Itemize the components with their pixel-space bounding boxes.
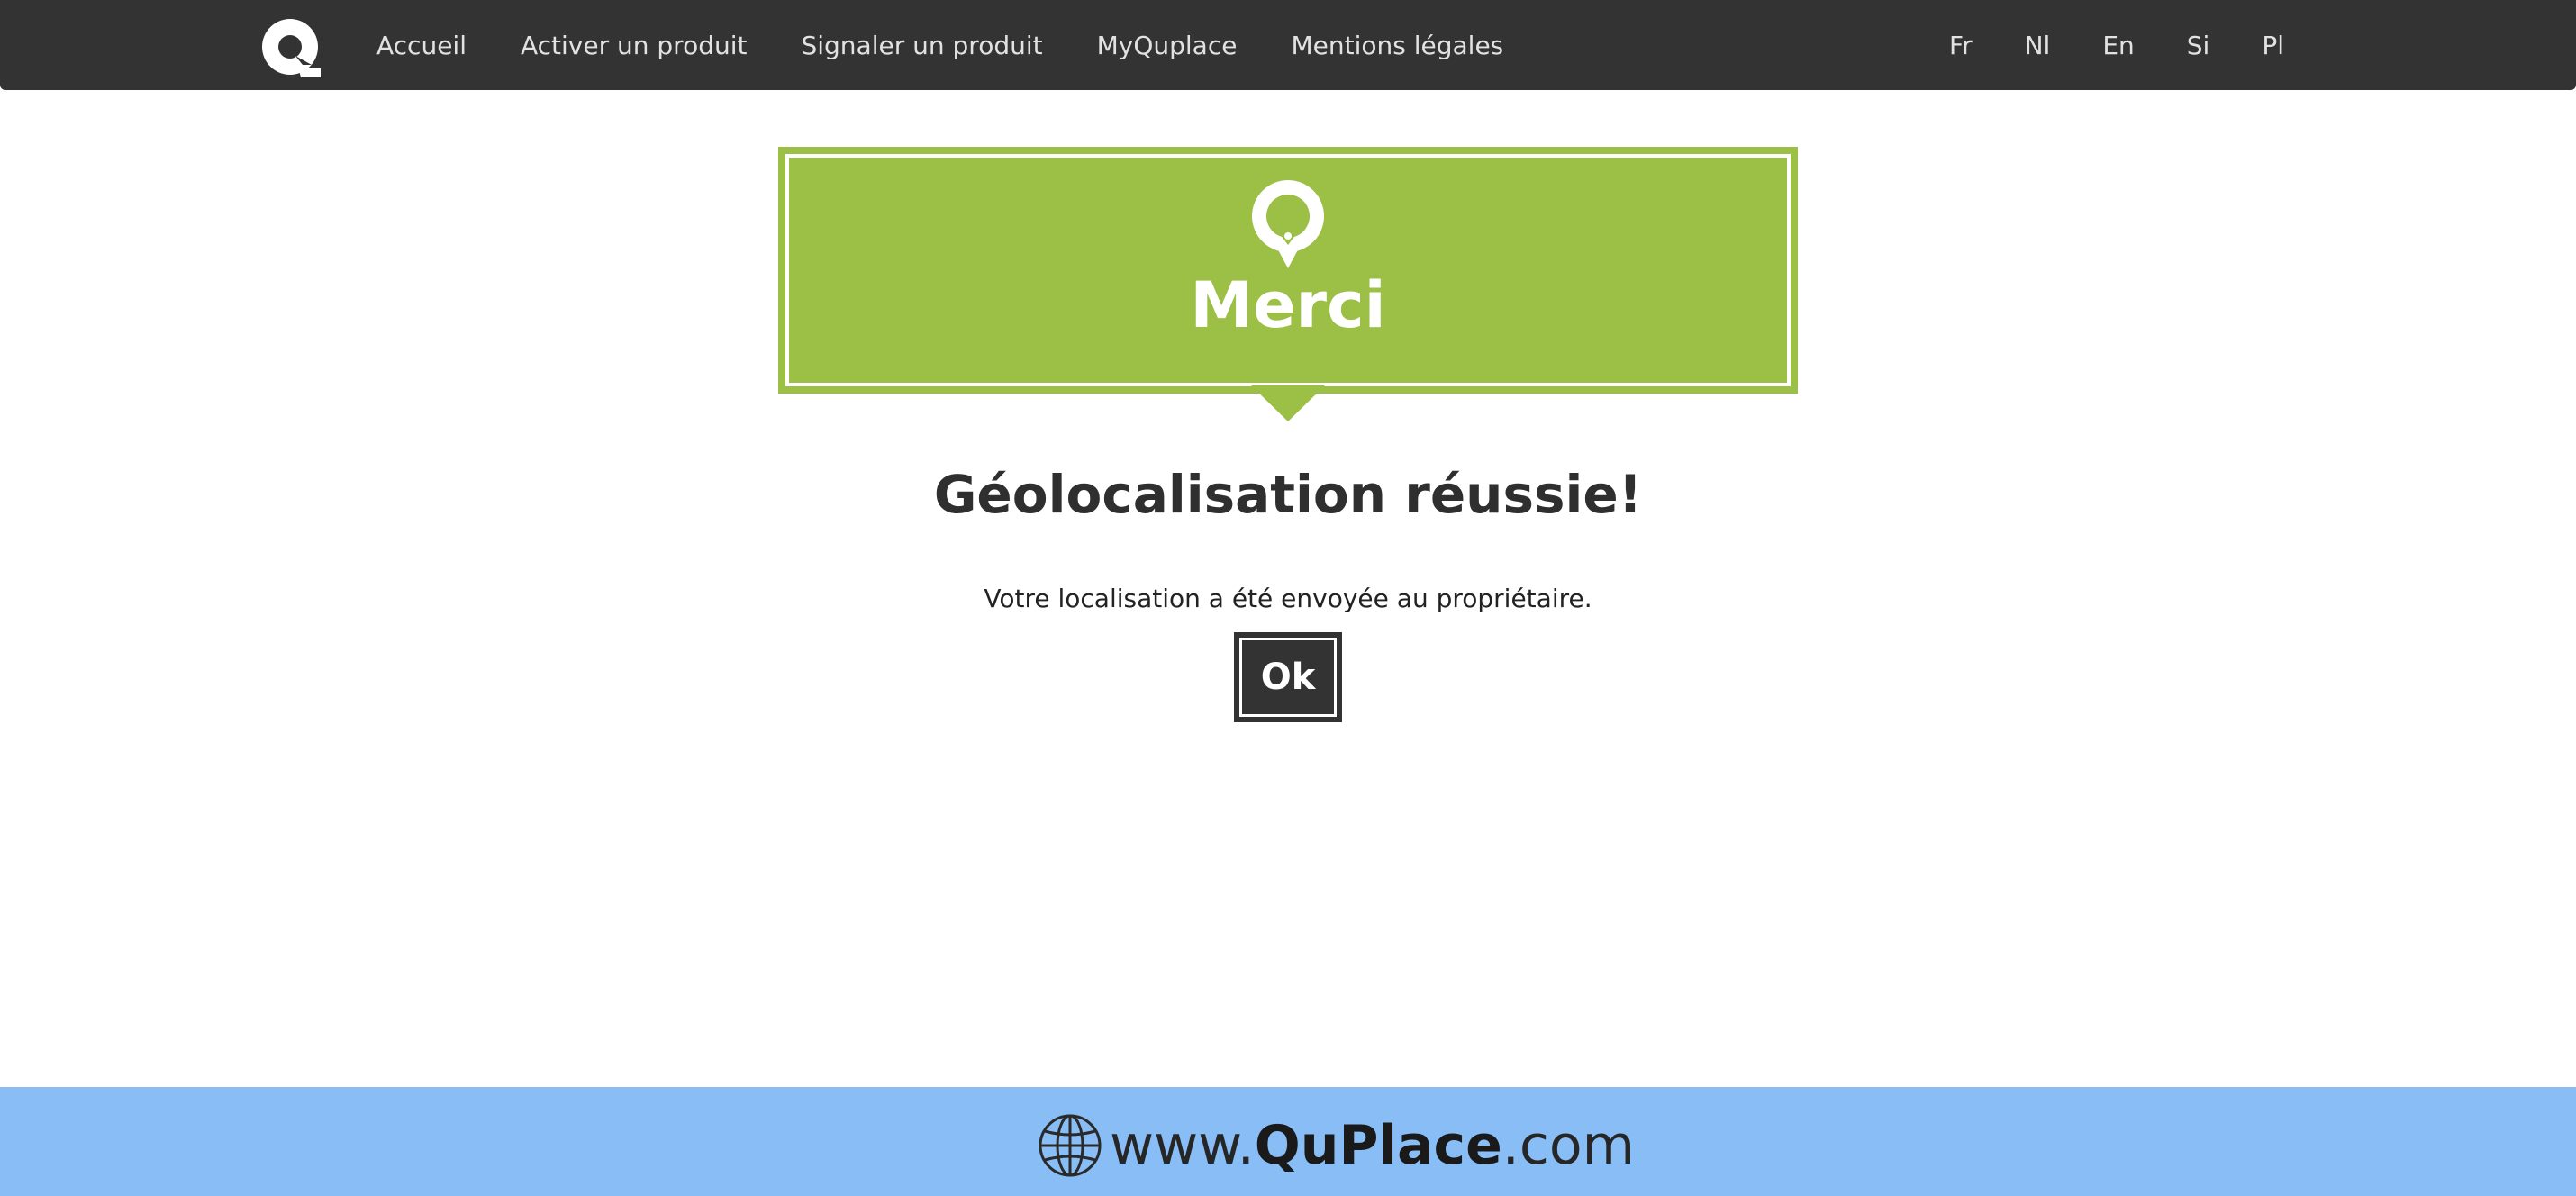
lang-fr[interactable]: Fr (1949, 31, 1973, 60)
location-pin-icon (1252, 180, 1324, 268)
lang-en[interactable]: En (2102, 31, 2134, 60)
footer-url[interactable]: www. QuPlace .com (1038, 1110, 1635, 1182)
banner-title: Merci (1190, 268, 1386, 342)
lang-pl[interactable]: Pl (2262, 31, 2284, 60)
quplace-logo-icon[interactable] (259, 16, 326, 81)
banner-pointer (1251, 385, 1325, 421)
footer-url-prefix: www. (1110, 1114, 1255, 1177)
footer-url-brand: QuPlace (1254, 1114, 1502, 1177)
confirmation-message: Votre localisation a été envoyée au prop… (984, 584, 1592, 613)
nav-link-accueil[interactable]: Accueil (376, 31, 467, 60)
lang-si[interactable]: Si (2187, 31, 2210, 60)
language-switcher: Fr Nl En Si Pl (1949, 0, 2336, 90)
ok-button-label: Ok (1260, 657, 1316, 698)
nav-link-signaler-produit[interactable]: Signaler un produit (801, 31, 1042, 60)
page-heading: Géolocalisation réussie! (933, 464, 1643, 525)
ok-button[interactable]: Ok (1234, 632, 1342, 722)
nav-link-myquplace[interactable]: MyQuplace (1097, 31, 1238, 60)
top-navbar: Accueil Activer un produit Signaler un p… (0, 0, 2576, 90)
footer-url-suffix: .com (1501, 1114, 1636, 1177)
lang-nl[interactable]: Nl (2025, 31, 2051, 60)
nav-link-activer-produit[interactable]: Activer un produit (521, 31, 748, 60)
nav-menu: Accueil Activer un produit Signaler un p… (376, 0, 1557, 90)
nav-link-mentions-legales[interactable]: Mentions légales (1291, 31, 1503, 60)
globe-icon (1039, 1114, 1102, 1177)
